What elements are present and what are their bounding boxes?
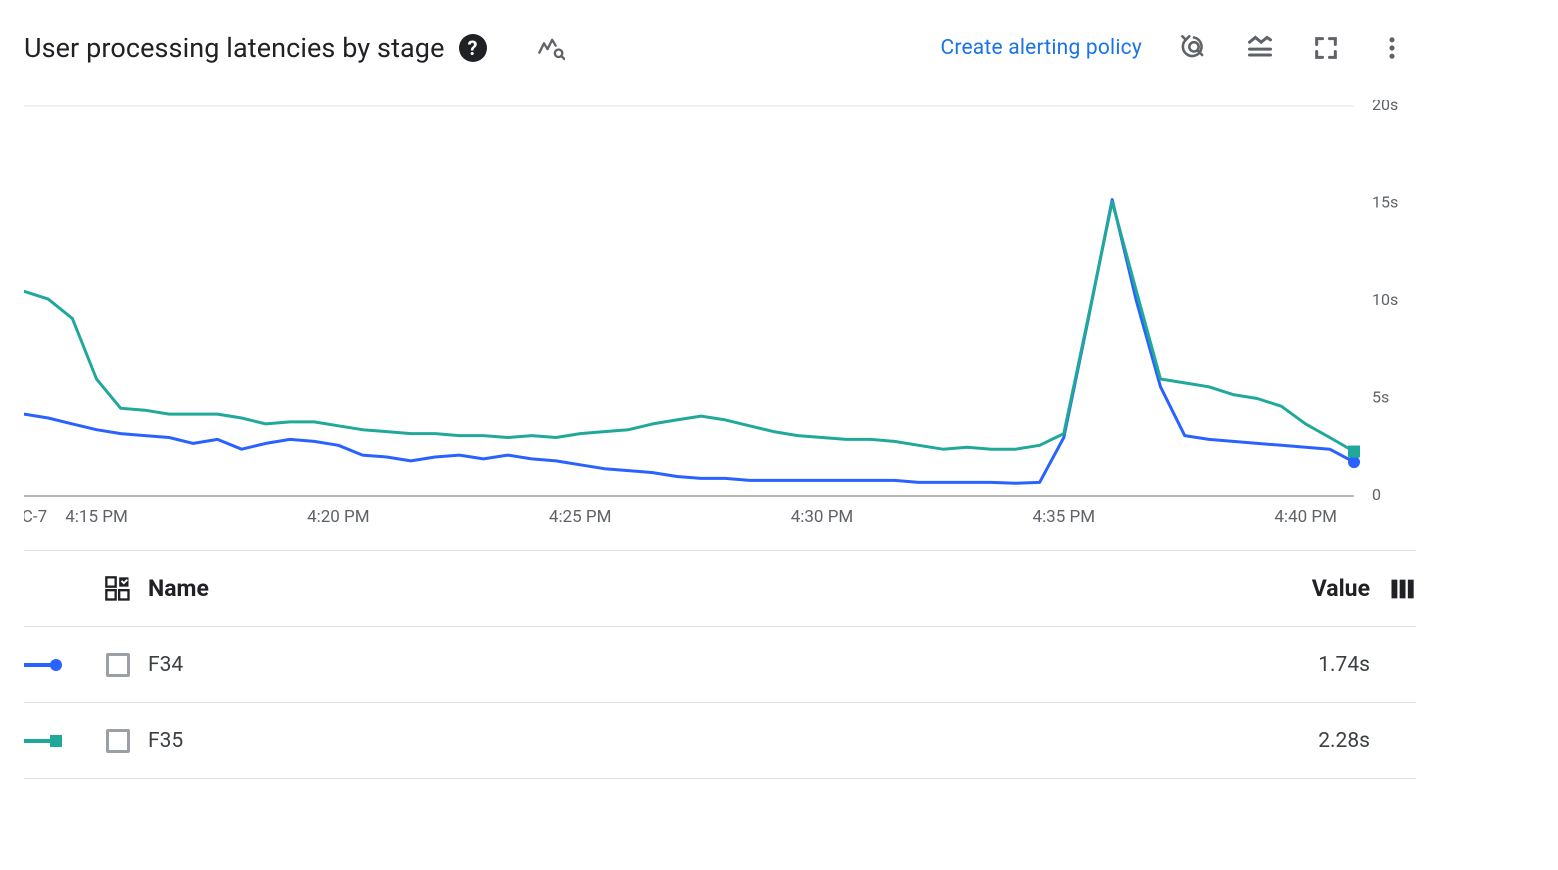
series-swatch — [24, 655, 94, 675]
series-value: 1.74s — [1260, 653, 1370, 677]
select-all-icon[interactable] — [94, 575, 142, 603]
series-line[interactable] — [24, 202, 1354, 452]
chart-area[interactable]: 0 5s 10s 15s 20s 4:15 PM 4:20 PM 4:25 PM 4:30 PM… — [24, 100, 1416, 540]
card-title: User processing latencies by stage — [24, 32, 445, 64]
series-name: F35 — [142, 729, 1260, 753]
series-checkbox[interactable] — [94, 729, 142, 753]
legend-header-row: Name Value — [24, 551, 1416, 627]
legend-name-header[interactable]: Name — [142, 575, 1260, 602]
legend-value-header[interactable]: Value — [1260, 575, 1370, 602]
series-line[interactable] — [24, 200, 1354, 484]
metrics-explorer-icon[interactable] — [527, 24, 575, 72]
y-tick-label: 20s — [1372, 100, 1398, 114]
series-end-marker — [1348, 446, 1360, 458]
x-tick-label: 4:15 PM — [65, 507, 128, 527]
x-tick-label: 4:40 PM — [1274, 507, 1337, 527]
legend-row[interactable]: F341.74s — [24, 627, 1416, 703]
series-checkbox[interactable] — [94, 653, 142, 677]
series-value: 2.28s — [1260, 729, 1370, 753]
fullscreen-icon[interactable] — [1302, 24, 1350, 72]
legend-table: Name Value F341.74sF352.28s — [24, 550, 1416, 779]
header-actions — [1170, 24, 1416, 72]
x-tick-label: 4:20 PM — [307, 507, 370, 527]
help-icon[interactable]: ? — [459, 34, 487, 62]
column-picker-icon[interactable] — [1370, 575, 1416, 603]
x-tick-label: 4:30 PM — [791, 507, 854, 527]
legend-row[interactable]: F352.28s — [24, 703, 1416, 779]
metrics-card: User processing latencies by stage ? Cre… — [0, 0, 1440, 779]
reset-zoom-icon[interactable] — [1170, 24, 1218, 72]
y-tick-label: 15s — [1372, 193, 1398, 212]
y-tick-label: 5s — [1372, 388, 1389, 407]
card-header: User processing latencies by stage ? Cre… — [24, 20, 1416, 76]
more-options-icon[interactable] — [1368, 24, 1416, 72]
timezone-label: UTC-7 — [24, 507, 47, 527]
x-tick-label: 4:25 PM — [549, 507, 612, 527]
series-name: F34 — [142, 653, 1260, 677]
y-tick-label: 0 — [1372, 485, 1381, 504]
legend-toggle-icon[interactable] — [1236, 24, 1284, 72]
line-chart[interactable]: 0 5s 10s 15s 20s 4:15 PM 4:20 PM 4:25 PM 4:30 PM… — [24, 100, 1416, 540]
y-tick-label: 10s — [1372, 290, 1398, 309]
x-tick-label: 4:35 PM — [1033, 507, 1096, 527]
series-swatch — [24, 731, 94, 751]
series-end-marker — [1348, 456, 1360, 468]
create-alerting-policy-link[interactable]: Create alerting policy — [940, 36, 1142, 60]
